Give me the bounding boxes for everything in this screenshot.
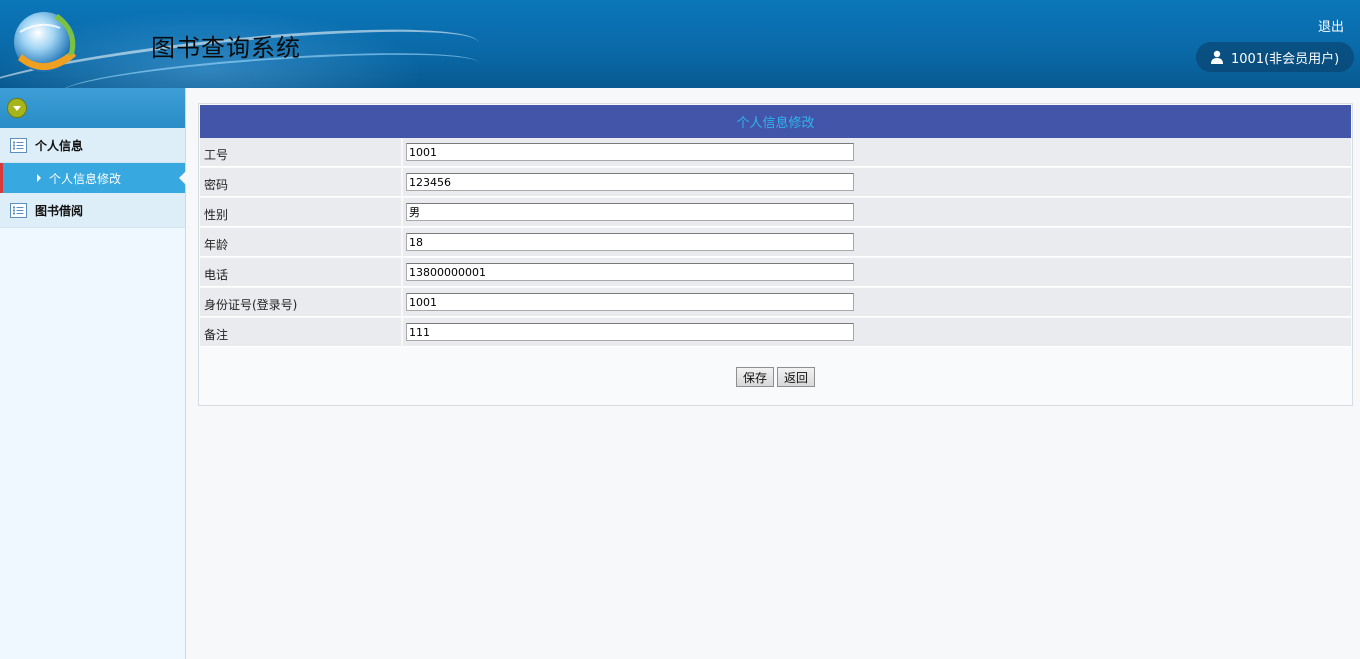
list-icon — [10, 137, 27, 153]
field-label: 性别 — [204, 208, 229, 222]
field-label: 备注 — [204, 328, 229, 342]
field-label: 电话 — [204, 268, 229, 282]
app-title: 图书查询系统 — [151, 34, 301, 62]
form-row-remark: 备注 — [200, 318, 1351, 347]
globe-logo-icon — [14, 12, 76, 72]
field-label: 年龄 — [204, 238, 229, 252]
form-row-gender: 性别 — [200, 198, 1351, 227]
field-label: 身份证号(登录号) — [204, 298, 298, 312]
logout-link[interactable]: 退出 — [1318, 16, 1344, 35]
phone-input[interactable] — [406, 263, 854, 281]
list-icon — [10, 202, 27, 218]
column-divider — [401, 198, 403, 227]
column-divider — [401, 258, 403, 287]
age-input[interactable] — [406, 233, 854, 251]
sidebar-group-book-borrowing[interactable]: 图书借阅 — [0, 193, 185, 228]
caret-right-icon — [37, 174, 41, 182]
column-divider — [401, 168, 403, 197]
form-row-age: 年龄 — [200, 228, 1351, 257]
sidebar-group-label: 图书借阅 — [35, 203, 84, 218]
sidebar-group-label: 个人信息 — [35, 138, 84, 153]
active-indicator-notch — [179, 171, 186, 185]
form-row-id-number: 身份证号(登录号) — [200, 288, 1351, 317]
column-divider — [401, 228, 403, 257]
sidebar-item-label: 个人信息修改 — [49, 171, 122, 186]
sidebar: 个人信息 个人信息修改 图书借阅 — [0, 88, 186, 659]
sidebar-item-edit-personal-info[interactable]: 个人信息修改 — [0, 163, 186, 193]
id-number-input[interactable] — [406, 293, 854, 311]
back-button[interactable]: 返回 — [777, 367, 815, 387]
field-label: 工号 — [204, 148, 229, 162]
sidebar-top-bar — [0, 88, 185, 128]
form-row-employee-id: 工号 — [200, 138, 1351, 167]
save-button[interactable]: 保存 — [736, 367, 774, 387]
remark-input[interactable] — [406, 323, 854, 341]
current-user-badge[interactable]: 1001(非会员用户) — [1196, 42, 1354, 72]
sidebar-group-personal-info[interactable]: 个人信息 — [0, 128, 185, 163]
column-divider — [401, 318, 403, 347]
user-icon — [1211, 50, 1223, 64]
form-row-password: 密码 — [200, 168, 1351, 197]
column-divider — [401, 138, 403, 167]
field-label: 密码 — [204, 178, 229, 192]
column-divider — [401, 288, 403, 317]
employee-id-input[interactable] — [406, 143, 854, 161]
current-user-label: 1001(非会员用户) — [1231, 51, 1340, 67]
password-input[interactable] — [406, 173, 854, 191]
form-title: 个人信息修改 — [200, 105, 1351, 138]
header-banner: 图书查询系统 退出 1001(非会员用户) — [0, 0, 1360, 88]
gender-input[interactable] — [406, 203, 854, 221]
form-row-phone: 电话 — [200, 258, 1351, 287]
collapse-toggle-icon[interactable] — [7, 98, 27, 118]
edit-profile-panel: 个人信息修改 工号 密码 性别 年龄 电话 身份证号(登录号) 备注 保存 返回 — [198, 103, 1353, 406]
